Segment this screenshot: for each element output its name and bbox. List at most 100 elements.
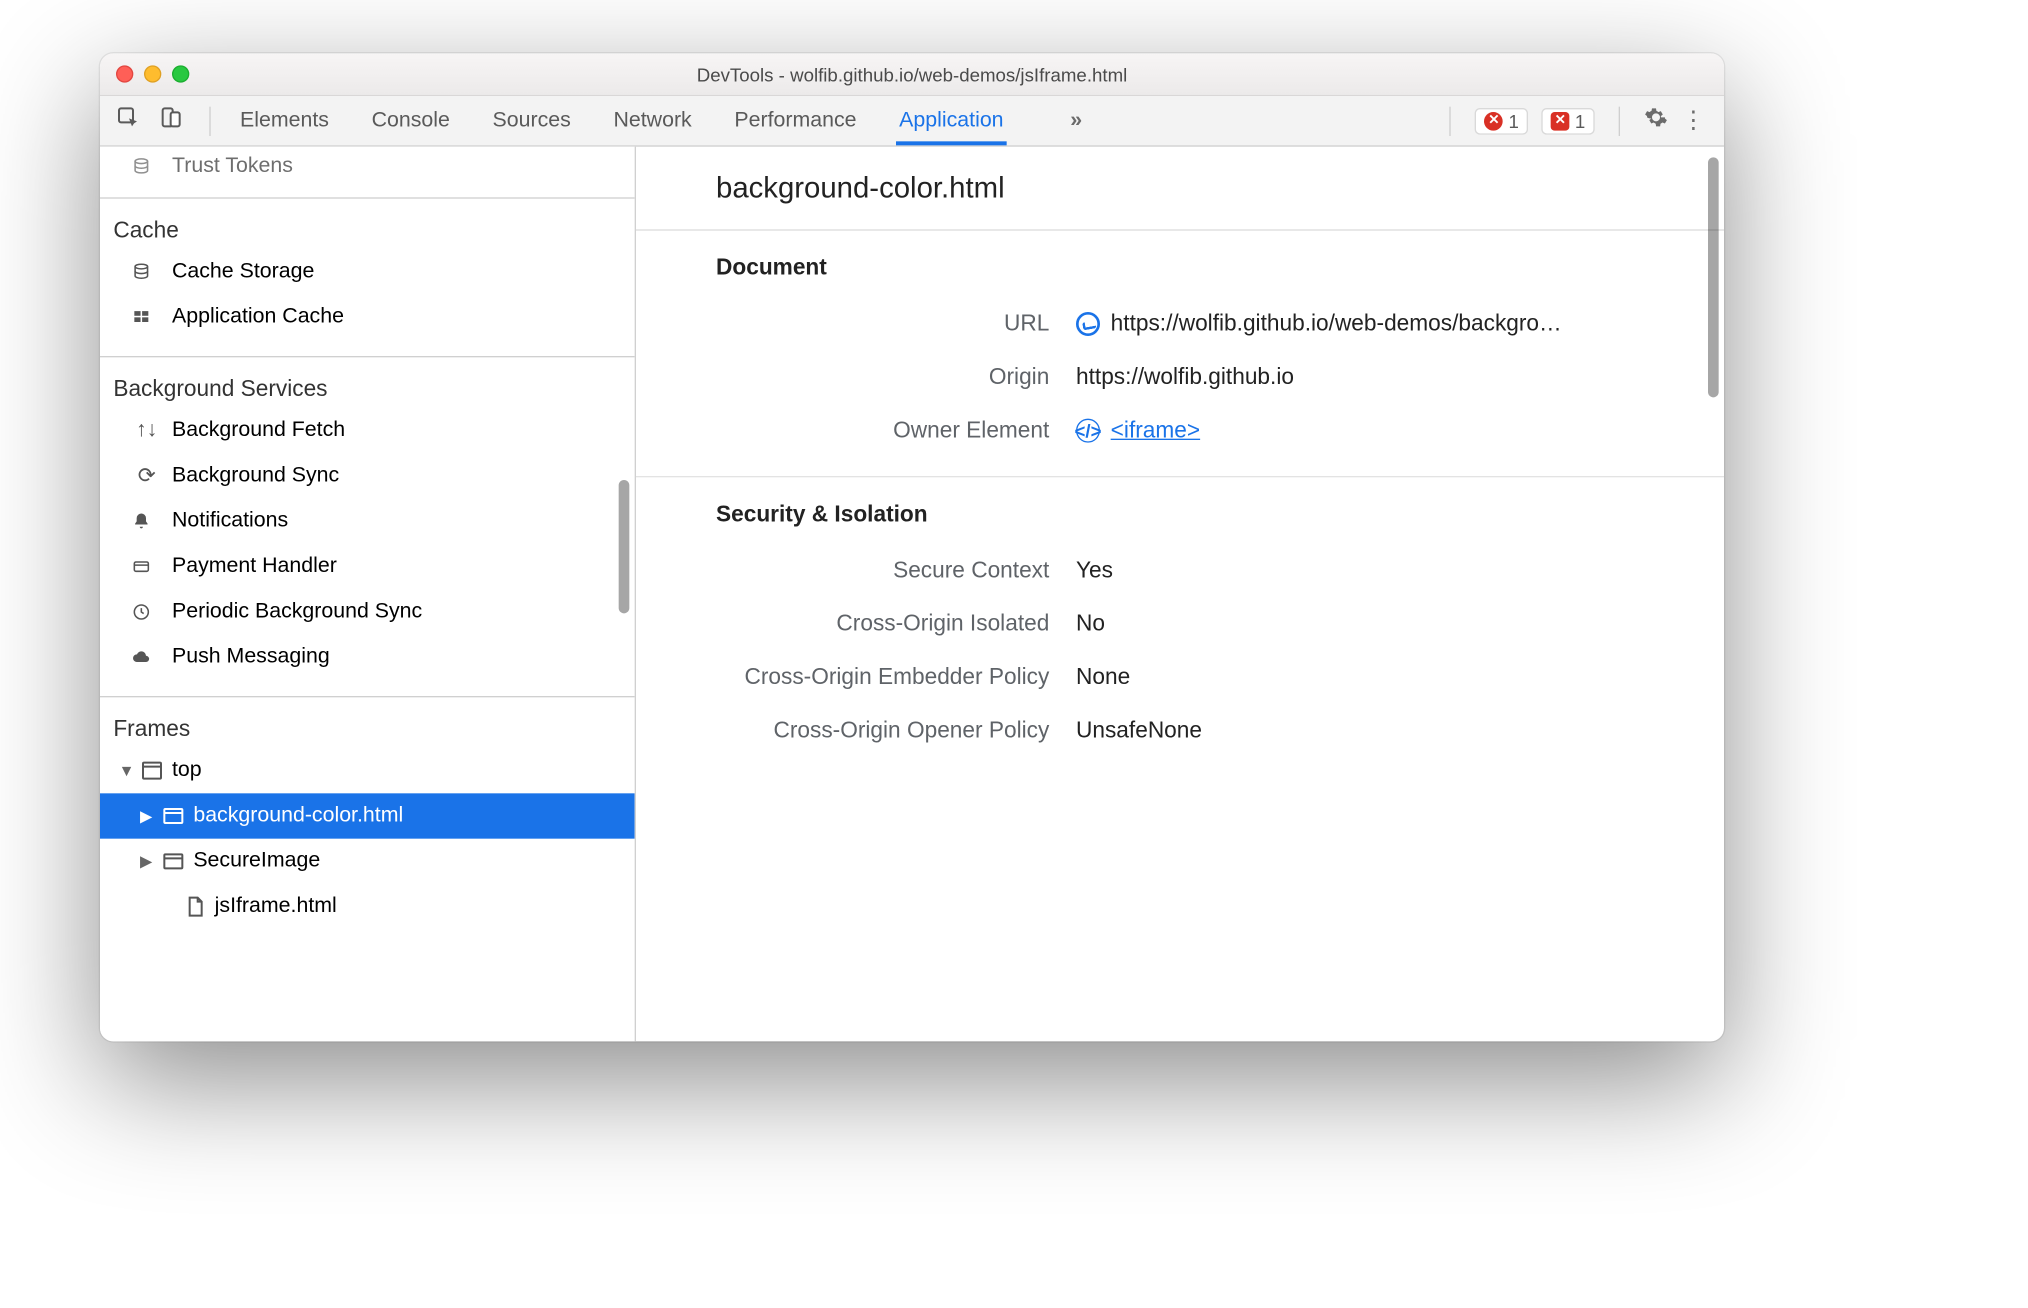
frame-icon <box>159 849 188 873</box>
chevron-right-icon: ▶ <box>140 807 159 826</box>
close-window-button[interactable] <box>116 65 133 82</box>
traffic-lights <box>116 65 189 82</box>
error-count-badge[interactable]: ✕ 1 <box>1475 107 1528 134</box>
devtools-toolbar: Elements Console Sources Network Perform… <box>100 96 1724 147</box>
card-icon <box>132 555 161 579</box>
document-section: Document URL https://wolfib.github.io/we… <box>636 231 1724 478</box>
sidebar-item-application-cache[interactable]: Application Cache <box>100 295 635 340</box>
link-chip-icon[interactable] <box>1076 312 1100 336</box>
issue-icon: ✕ <box>1551 111 1570 130</box>
sidebar-item-trust-tokens[interactable]: Trust Tokens <box>100 147 635 182</box>
sidebar-item-background-sync[interactable]: ⟳ Background Sync <box>100 453 635 498</box>
zoom-window-button[interactable] <box>172 65 189 82</box>
sidebar-item-label: Trust Tokens <box>172 155 293 179</box>
chevron-down-icon: ▼ <box>119 761 138 780</box>
bell-icon <box>132 509 161 533</box>
tab-sources[interactable]: Sources <box>490 97 574 145</box>
row-secure-context: Secure Context Yes <box>636 544 1724 597</box>
kv-label: Cross-Origin Embedder Policy <box>716 664 1049 691</box>
sidebar-item-cache-storage[interactable]: Cache Storage <box>100 249 635 294</box>
tree-item-label: jsIframe.html <box>215 895 337 919</box>
cloud-icon <box>132 645 161 669</box>
owner-iframe-link[interactable]: <iframe> <box>1111 417 1200 444</box>
database-icon <box>132 260 161 284</box>
frame-tree-top[interactable]: ▼ top <box>100 748 635 793</box>
sync-icon: ⟳ <box>132 463 161 490</box>
more-menu-icon[interactable]: ⋮ <box>1681 107 1708 135</box>
tab-performance[interactable]: Performance <box>732 97 859 145</box>
sidebar-item-label: Background Sync <box>172 464 339 488</box>
inspect-element-icon[interactable] <box>116 105 140 136</box>
sidebar-item-label: Notifications <box>172 509 288 533</box>
issue-count: 1 <box>1575 110 1585 131</box>
kv-value: Yes <box>1076 557 1113 584</box>
application-sidebar: Trust Tokens Cache Cache Storage Applica… <box>100 147 636 1042</box>
tab-application[interactable]: Application <box>897 97 1007 145</box>
kv-value: UnsafeNone <box>1076 717 1202 744</box>
sidebar-item-label: Push Messaging <box>172 645 330 669</box>
error-count: 1 <box>1509 110 1519 131</box>
sidebar-item-label: Periodic Background Sync <box>172 600 422 624</box>
sidebar-section-cache: Cache <box>100 212 635 249</box>
tree-item-label: background-color.html <box>193 804 403 828</box>
sidebar-item-notifications[interactable]: Notifications <box>100 499 635 544</box>
kv-value: No <box>1076 611 1105 638</box>
url-label: URL <box>716 311 1049 338</box>
sidebar-section-frames: Frames <box>100 711 635 748</box>
code-icon[interactable]: </> <box>1076 419 1100 443</box>
sidebar-item-payment-handler[interactable]: Payment Handler <box>100 544 635 589</box>
issue-count-badge[interactable]: ✕ 1 <box>1542 107 1595 134</box>
tree-item-label: SecureImage <box>193 849 320 873</box>
owner-label: Owner Element <box>716 417 1049 444</box>
kv-label: Cross-Origin Opener Policy <box>716 717 1049 744</box>
main-content: Trust Tokens Cache Cache Storage Applica… <box>100 147 1724 1042</box>
sidebar-item-label: Background Fetch <box>172 419 345 443</box>
row-coop: Cross-Origin Opener Policy UnsafeNone <box>636 704 1724 757</box>
grid-icon <box>132 305 161 329</box>
error-icon: ✕ <box>1485 111 1504 130</box>
transfer-icon: ↑↓ <box>132 419 161 443</box>
origin-value: https://wolfib.github.io <box>1076 364 1294 391</box>
device-toggle-icon[interactable] <box>159 105 183 136</box>
toolbar-divider <box>209 106 210 135</box>
frame-icon <box>159 804 188 828</box>
frame-tree-background-color[interactable]: ▶ background-color.html <box>100 793 635 838</box>
settings-icon[interactable] <box>1644 105 1668 136</box>
window-titlebar: DevTools - wolfib.github.io/web-demos/js… <box>100 53 1724 96</box>
detail-title: background-color.html <box>636 147 1724 231</box>
sidebar-item-push-messaging[interactable]: Push Messaging <box>100 635 635 680</box>
toolbar-divider <box>1619 106 1620 135</box>
window-title: DevTools - wolfib.github.io/web-demos/js… <box>100 63 1724 84</box>
tab-network[interactable]: Network <box>611 97 695 145</box>
sidebar-item-label: Payment Handler <box>172 555 337 579</box>
frame-detail-panel: background-color.html Document URL https… <box>636 147 1724 1042</box>
row-cross-origin-isolated: Cross-Origin Isolated No <box>636 597 1724 650</box>
kv-value: None <box>1076 664 1130 691</box>
url-value: https://wolfib.github.io/web-demos/backg… <box>1111 311 1562 338</box>
sidebar-item-periodic-sync[interactable]: Periodic Background Sync <box>100 589 635 634</box>
sidebar-item-label: Application Cache <box>172 305 344 329</box>
sidebar-scrollbar[interactable] <box>619 480 630 613</box>
clock-icon <box>132 600 161 624</box>
frame-tree-secure-image[interactable]: ▶ SecureImage <box>100 839 635 884</box>
security-section: Security & Isolation Secure Context Yes … <box>636 477 1724 776</box>
minimize-window-button[interactable] <box>144 65 161 82</box>
frame-tree-jsiframe[interactable]: jsIframe.html <box>100 884 635 929</box>
tab-console[interactable]: Console <box>369 97 453 145</box>
sidebar-item-label: Cache Storage <box>172 260 314 284</box>
devtools-window: DevTools - wolfib.github.io/web-demos/js… <box>100 53 1724 1041</box>
tab-elements[interactable]: Elements <box>237 97 331 145</box>
database-icon <box>132 155 161 179</box>
sidebar-item-background-fetch[interactable]: ↑↓ Background Fetch <box>100 408 635 453</box>
row-owner-element: Owner Element </> <iframe> <box>636 404 1724 457</box>
devtools-tabs: Elements Console Sources Network Perform… <box>221 97 1079 145</box>
security-heading: Security & Isolation <box>636 477 1724 544</box>
sidebar-section-bgservices: Background Services <box>100 371 635 408</box>
row-coep: Cross-Origin Embedder Policy None <box>636 651 1724 704</box>
detail-scrollbar[interactable] <box>1708 157 1719 397</box>
more-tabs-icon[interactable]: » <box>1070 109 1079 133</box>
row-origin: Origin https://wolfib.github.io <box>636 351 1724 404</box>
toolbar-divider <box>1450 106 1451 135</box>
document-heading: Document <box>636 231 1724 298</box>
origin-label: Origin <box>716 364 1049 391</box>
